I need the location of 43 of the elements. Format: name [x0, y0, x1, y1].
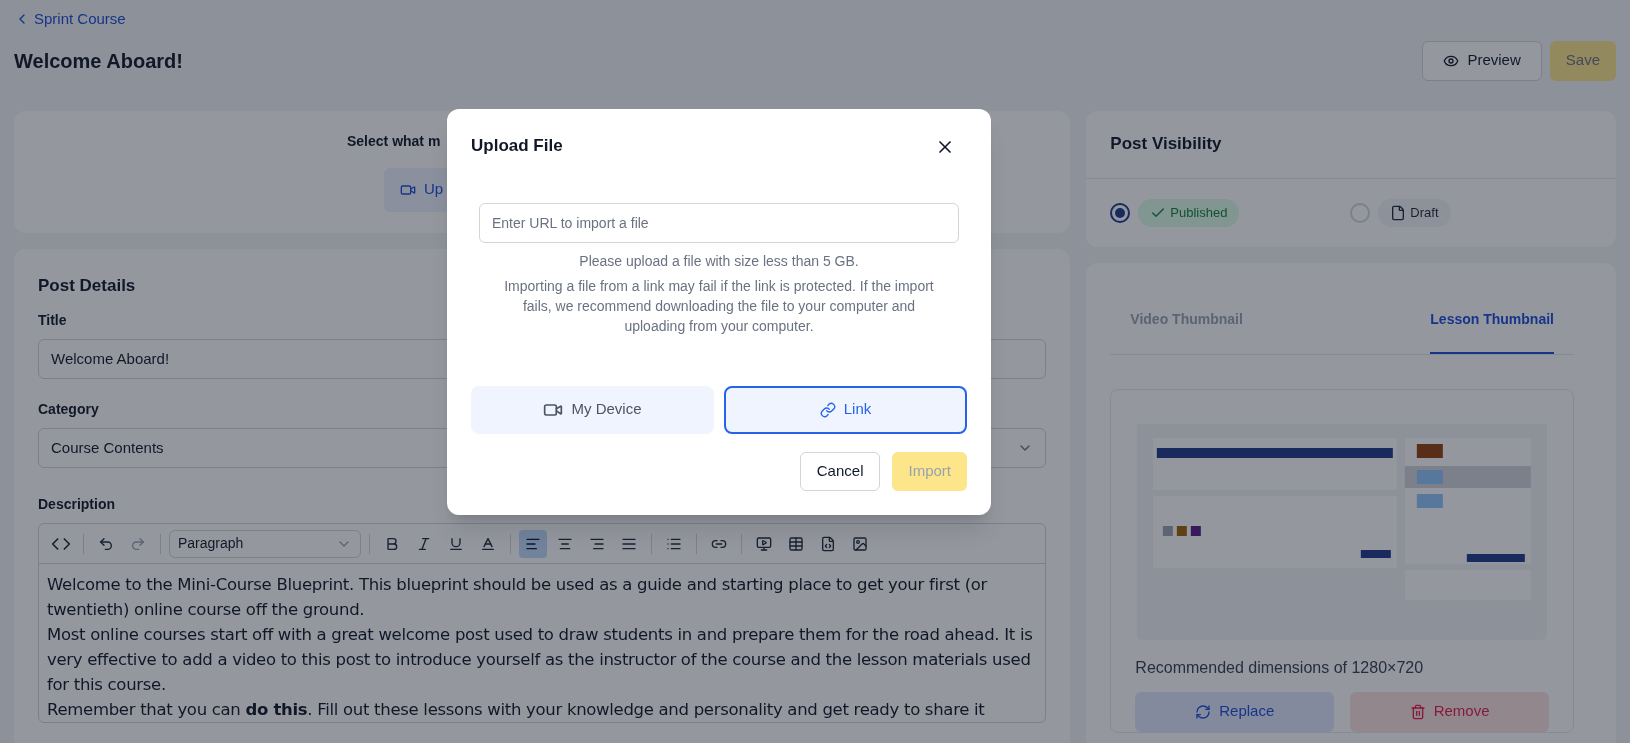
field-label: Description: [38, 495, 115, 514]
media-icon: [756, 535, 772, 552]
page-title: Welcome Aboard!: [14, 48, 183, 74]
upload-prompt: Select what m: [347, 131, 441, 151]
remove-button[interactable]: Remove: [1350, 691, 1549, 732]
text-color-icon: [480, 535, 496, 552]
back-link[interactable]: Sprint Course: [14, 8, 126, 31]
document-icon: [1390, 204, 1407, 221]
dimensions-hint: Recommended dimensions of 1280×720: [1135, 657, 1425, 678]
field-label: Title: [38, 311, 67, 330]
tab[interactable]: Lesson Thumbnail: [1430, 286, 1554, 354]
italic-icon: [416, 535, 432, 552]
link-icon: [819, 401, 836, 418]
paragraph: Remember that you can do this. Fill out these lessons with your knowledge and personality and get ready to share it: [47, 699, 986, 721]
source-option[interactable]: My Device: [471, 385, 714, 434]
code-file-icon: [820, 535, 836, 552]
size-note: Please upload a file with size less than 5 GB.: [579, 251, 859, 271]
bold-icon: [384, 535, 400, 552]
paragraph: Most online courses start off with a great welcome post used to draw students in and prepare them for the road ahead. It is very effective to add a video to this post to introduce yourself as the instructor of the course and the lesson materials used for this course.: [47, 624, 1034, 696]
url-field[interactable]: Enter URL to import a file: [479, 202, 959, 243]
radio-button[interactable]: [1110, 202, 1131, 223]
replace-button[interactable]: Replace: [1135, 691, 1335, 732]
underline-icon: [448, 535, 464, 552]
source-option[interactable]: Link: [724, 385, 967, 434]
paragraph: Welcome to the Mini-Course Blueprint. This blueprint should be used as a guide and starting place to get your first (or twentieth) online course off the ground.: [47, 574, 989, 621]
link-note: Importing a file from a link may fail if the link is protected. If the import fails, we recommend downloading the file to your computer and uploading from your computer.: [503, 276, 935, 336]
preview-button[interactable]: Preview: [1422, 40, 1542, 81]
cancel-button[interactable]: Cancel: [799, 451, 881, 491]
table-icon: [788, 535, 804, 552]
align-button[interactable]: [519, 529, 547, 558]
undo-icon: [98, 535, 114, 552]
dialog-title: Upload File: [471, 135, 563, 157]
status-badge: Draft: [1378, 199, 1451, 227]
tab[interactable]: Video Thumbnail: [1130, 286, 1243, 354]
block-format-select[interactable]: Paragraph: [169, 529, 361, 558]
status-badge: Published: [1138, 199, 1240, 227]
section-title: Post Visibility: [1086, 110, 1616, 179]
trash-icon: [1409, 703, 1426, 720]
field-label: Category: [38, 400, 99, 419]
redo-icon: [130, 535, 146, 552]
image-icon: [852, 535, 868, 552]
section-title: Post Details: [38, 274, 136, 297]
refresh-icon: [1195, 703, 1212, 720]
